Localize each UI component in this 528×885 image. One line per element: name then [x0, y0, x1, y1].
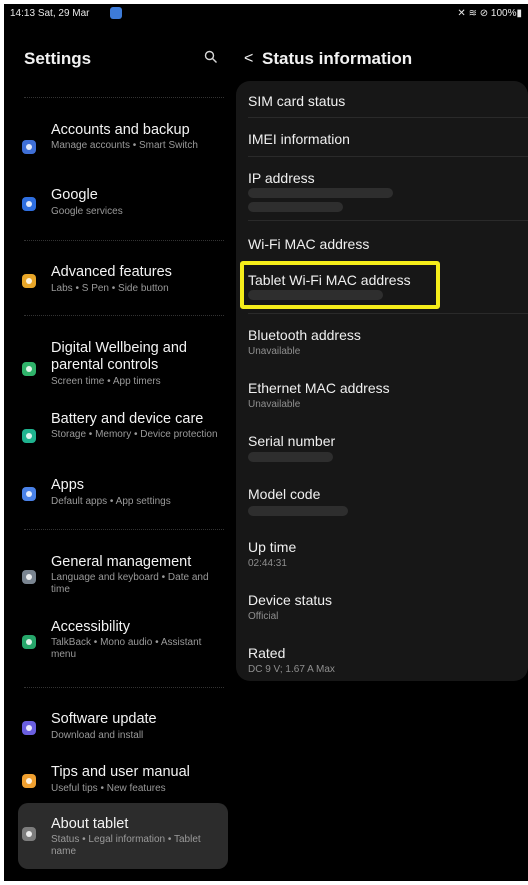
menu-item-subtitle: Status • Legal information • Tablet name — [51, 834, 201, 857]
list-item-serial-number[interactable]: Serial number — [236, 420, 528, 472]
status-time: 14:13 Sat, 29 Mar — [10, 8, 90, 19]
lightbulb-icon — [22, 774, 36, 788]
menu-item-advanced-features[interactable]: Advanced features Labs • S Pen • Side bu… — [18, 262, 228, 298]
back-arrow-icon[interactable]: < — [244, 50, 253, 68]
list-item-value: DC 9 V; 1.67 A Max — [248, 664, 335, 675]
divider — [24, 529, 224, 530]
menu-item-title: Accessibility — [51, 619, 130, 635]
list-item-device-status[interactable]: Device status Official — [236, 579, 528, 631]
list-item-model-code[interactable]: Model code — [236, 473, 528, 525]
list-item-title: IMEI information — [248, 131, 350, 147]
list-item-value: 02:44:31 — [248, 558, 287, 569]
menu-item-general-management[interactable]: General management Language and keyboard… — [18, 552, 228, 602]
menu-item-accessibility[interactable]: Accessibility TalkBack • Mono audio • As… — [18, 617, 228, 667]
menu-item-subtitle: Storage • Memory • Device protection — [51, 429, 218, 440]
accessibility-icon — [22, 635, 36, 649]
device-care-icon — [22, 429, 36, 443]
menu-item-battery-device-care[interactable]: Battery and device care Storage • Memory… — [18, 409, 228, 459]
menu-item-tips-user-manual[interactable]: Tips and user manual Useful tips • New f… — [18, 762, 228, 798]
menu-item-software-update[interactable]: Software update Download and install — [18, 709, 228, 745]
list-item-title: Device status — [248, 592, 333, 608]
list-item-title: Ethernet MAC address — [248, 380, 390, 396]
list-item-title: Model code — [248, 486, 321, 502]
list-item-bluetooth-address[interactable]: Bluetooth address Unavailable — [236, 314, 528, 366]
redacted-value — [248, 202, 343, 212]
menu-item-digital-wellbeing[interactable]: Digital Wellbeing and parental controls … — [18, 338, 228, 394]
settings-title: Settings — [24, 49, 92, 68]
list-item-title: IP address — [248, 170, 315, 186]
redacted-value — [248, 452, 333, 462]
redacted-value — [248, 506, 348, 516]
status-icons: ✕ ≋ ⊘ 100%▮ — [457, 8, 522, 19]
wellbeing-icon — [22, 362, 36, 376]
list-item-title: Bluetooth address — [248, 327, 361, 343]
menu-item-subtitle: Screen time • App timers — [51, 376, 161, 387]
menu-item-accounts-backup[interactable]: Accounts and backup Manage accounts • Sm… — [18, 120, 228, 170]
menu-item-subtitle: Default apps • App settings — [51, 496, 171, 507]
divider — [24, 240, 224, 241]
menu-item-title: About tablet — [51, 816, 129, 832]
list-item-title: Rated — [248, 645, 286, 661]
menu-item-about-tablet[interactable]: About tablet Status • Legal information … — [18, 803, 228, 869]
page-title: Status information — [262, 49, 413, 68]
menu-item-subtitle: Manage accounts • Smart Switch — [51, 140, 198, 151]
notification-icon — [110, 7, 122, 19]
menu-item-subtitle: Download and install — [51, 730, 144, 741]
list-item-title: SIM card status — [248, 93, 346, 109]
list-item-wifi-mac-address[interactable]: Wi-Fi MAC address — [236, 221, 528, 257]
menu-item-title: Apps — [51, 477, 85, 493]
menu-item-google[interactable]: Google Google services — [18, 185, 228, 221]
list-item-title: Serial number — [248, 433, 336, 449]
menu-item-subtitle: Labs • S Pen • Side button — [51, 283, 169, 294]
menu-item-subtitle: Useful tips • New features — [51, 783, 166, 794]
menu-item-apps[interactable]: Apps Default apps • App settings — [18, 475, 228, 511]
list-item-value: Official — [248, 611, 279, 622]
list-item-value: Unavailable — [248, 399, 301, 410]
gear-icon — [22, 274, 36, 288]
menu-item-title: Advanced features — [51, 264, 172, 280]
divider — [24, 97, 224, 98]
menu-item-title: Google — [51, 187, 98, 203]
menu-item-title: Software update — [51, 711, 157, 727]
list-item-ethernet-mac-address[interactable]: Ethernet MAC address Unavailable — [236, 367, 528, 419]
menu-item-title: Tips and user manual — [51, 764, 190, 780]
battery-level: 100% — [490, 8, 517, 19]
list-item-up-time[interactable]: Up time 02:44:31 — [236, 526, 528, 578]
google-icon — [22, 197, 36, 211]
redacted-value — [248, 188, 393, 198]
list-item-sim-card-status[interactable]: SIM card status — [236, 81, 528, 116]
menu-item-subtitle: Language and keyboard • Date and time — [51, 572, 209, 595]
yellow-highlight-box — [240, 261, 440, 309]
menu-item-subtitle: TalkBack • Mono audio • Assistant menu — [51, 637, 202, 660]
update-icon — [22, 721, 36, 735]
tablet-screen: 14:13 Sat, 29 Mar ✕ ≋ ⊘ 100%▮ Settings A… — [4, 4, 528, 881]
accounts-sync-icon — [22, 140, 36, 154]
search-icon[interactable] — [204, 50, 218, 64]
apps-icon — [22, 487, 36, 501]
list-item-ip-address[interactable]: IP address — [236, 157, 528, 219]
list-item-title: Up time — [248, 539, 297, 555]
menu-item-subtitle: Google services — [51, 206, 123, 217]
divider — [24, 687, 224, 688]
sliders-icon — [22, 570, 36, 584]
menu-item-title: Battery and device care — [51, 411, 204, 427]
menu-item-title: Accounts and backup — [51, 122, 190, 138]
list-item-rated[interactable]: Rated DC 9 V; 1.67 A Max — [236, 632, 528, 681]
list-item-title: Wi-Fi MAC address — [248, 236, 370, 252]
menu-item-title: General management — [51, 554, 192, 570]
list-item-imei-information[interactable]: IMEI information — [236, 118, 528, 155]
status-bar: 14:13 Sat, 29 Mar ✕ ≋ ⊘ 100%▮ — [4, 4, 528, 24]
info-icon — [22, 827, 36, 841]
list-item-value: Unavailable — [248, 346, 301, 357]
divider — [24, 315, 224, 316]
status-information-list: SIM card status IMEI information IP addr… — [236, 81, 528, 681]
menu-item-title: Digital Wellbeing and parental controls — [51, 340, 187, 373]
